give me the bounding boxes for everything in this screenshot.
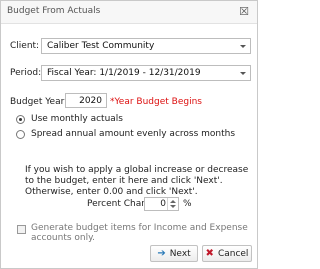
budget-year-label: Budget Year: xyxy=(10,97,68,107)
generate-checkbox-label[interactable]: Generate budget items for Income and Exp… xyxy=(31,223,251,243)
cancel-button[interactable]: ✖ Cancel xyxy=(202,245,252,262)
budget-from-actuals-dialog: Budget From Actuals ☒ Client: Caliber Te… xyxy=(0,0,258,269)
stepper-buttons[interactable] xyxy=(167,198,178,210)
next-button[interactable]: ➔ Next xyxy=(150,245,198,262)
x-icon: ✖ xyxy=(205,248,214,259)
period-select[interactable]: Fiscal Year: 1/1/2019 - 12/31/2019 xyxy=(41,65,251,81)
cancel-button-label: Cancel xyxy=(217,248,249,259)
next-button-label: Next xyxy=(169,248,191,259)
radio-monthly-actuals[interactable] xyxy=(16,115,25,124)
client-label: Client: xyxy=(10,41,40,51)
period-label: Period: xyxy=(10,68,42,78)
period-value: Fiscal Year: 1/1/2019 - 12/31/2019 xyxy=(47,68,201,78)
budget-year-value: 2020 xyxy=(79,96,102,106)
radio-monthly-label[interactable]: Use monthly actuals xyxy=(31,114,123,124)
budget-year-input[interactable]: 2020 xyxy=(65,93,107,108)
chevron-down-icon[interactable] xyxy=(236,66,250,80)
chevron-down-icon[interactable] xyxy=(236,39,250,53)
percent-change-stepper[interactable]: 0 xyxy=(144,197,179,211)
budget-year-note: *Year Budget Begins xyxy=(110,97,202,107)
window-title: Budget From Actuals xyxy=(7,6,101,16)
close-icon[interactable]: ☒ xyxy=(239,5,249,18)
radio-spread-label[interactable]: Spread annual amount evenly across month… xyxy=(31,129,235,139)
generate-checkbox[interactable] xyxy=(17,225,26,234)
chevron-up-icon[interactable] xyxy=(170,200,176,203)
percent-change-value: 0 xyxy=(160,199,166,209)
client-select[interactable]: Caliber Test Community xyxy=(41,38,251,54)
percent-unit: % xyxy=(183,199,192,209)
instructions-text: If you wish to apply a global increase o… xyxy=(25,165,249,197)
title-bar: Budget From Actuals ☒ xyxy=(1,1,257,24)
client-value: Caliber Test Community xyxy=(47,41,155,51)
arrow-right-icon: ➔ xyxy=(157,248,166,259)
chevron-down-icon[interactable] xyxy=(170,205,176,208)
radio-spread-evenly[interactable] xyxy=(16,130,25,139)
